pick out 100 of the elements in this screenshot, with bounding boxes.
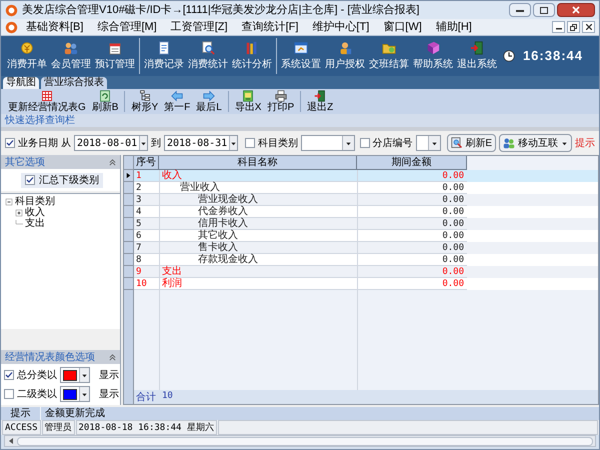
people-icon: [64, 40, 78, 54]
toolbar-button[interactable]: 统计分析: [230, 36, 274, 76]
toolbar-button[interactable]: 会员管理: [49, 36, 93, 76]
field-label: 从: [61, 136, 71, 150]
toolbar-button[interactable]: 消费记录: [142, 36, 186, 76]
exit-door-icon: [314, 90, 326, 102]
toolbar-button[interactable]: 交班结算: [367, 36, 411, 76]
menu-item[interactable]: 窗口[W]: [383, 18, 422, 36]
dropdown-arrow-icon: [344, 140, 352, 146]
tree-item[interactable]: 支出: [25, 218, 45, 229]
left-arrow-icon[interactable]: [9, 438, 13, 444]
export-icon: [242, 90, 254, 102]
table-row[interactable]: 4 代金券收入 0.00: [124, 206, 598, 218]
dropdown-arrow-icon: [230, 140, 238, 146]
tree-icon: [138, 90, 151, 102]
checkbox[interactable]: [4, 370, 14, 380]
checkmark-icon: [6, 139, 14, 147]
menu-item[interactable]: 维护中心[T]: [312, 18, 370, 36]
checkmark-icon: [5, 371, 13, 379]
column-header[interactable]: 科目名称: [159, 156, 357, 170]
option-label: 二级类以: [17, 388, 57, 402]
panel-title: 其它选项: [5, 156, 45, 170]
table-row[interactable]: 2 营业收入 0.00: [124, 182, 598, 194]
toolbar-button[interactable]: 帮助系统: [411, 36, 455, 76]
checkbox[interactable]: [25, 175, 35, 185]
checkbox[interactable]: [360, 138, 370, 148]
toolbar-button[interactable]: 打印P: [264, 89, 298, 114]
field-label: 到: [151, 136, 161, 150]
expand-toggle-icon[interactable]: [15, 208, 23, 216]
status-message: 金额更新完成: [44, 407, 106, 420]
window-icon: [294, 40, 308, 54]
tab[interactable]: 营业综合报表: [41, 77, 107, 89]
table-row[interactable]: 8 存款现金收入 0.00: [124, 254, 598, 266]
field-label: 业务日期: [18, 136, 58, 150]
refresh-icon: [99, 90, 112, 102]
tab[interactable]: 导航图: [3, 77, 39, 89]
menu-item[interactable]: 查询统计[F]: [242, 18, 298, 36]
table-cell: 10: [134, 278, 159, 290]
checkbox[interactable]: [245, 138, 255, 148]
minimize-button[interactable]: [552, 21, 565, 33]
minimize-button[interactable]: [509, 3, 531, 17]
refresh-button[interactable]: 刷新E: [447, 134, 496, 152]
scrollbar[interactable]: [4, 435, 596, 447]
scrollbar-thumb[interactable]: [17, 436, 593, 446]
collapse-toggle-icon[interactable]: [5, 198, 13, 206]
table-row[interactable]: 6 其它收入 0.00: [124, 230, 598, 242]
row-header[interactable]: [124, 170, 134, 182]
toolbar-button[interactable]: 用户授权: [323, 36, 367, 76]
toolbar-button[interactable]: 退出Z: [304, 89, 336, 114]
collapse-icon[interactable]: [109, 354, 116, 360]
close-button[interactable]: [557, 3, 595, 17]
dropdown-arrow-icon: [81, 390, 88, 398]
hint-link[interactable]: 提示: [575, 136, 595, 150]
right-arrow-icon: [203, 90, 216, 102]
color-picker[interactable]: [60, 386, 90, 402]
toolbar-button[interactable]: 预订管理: [93, 36, 137, 76]
toolbar-button[interactable]: 退出系统: [455, 36, 499, 76]
tree-item[interactable]: 收入: [25, 207, 45, 218]
toolbar-button[interactable]: 消费开单: [5, 36, 49, 76]
dropdown-field[interactable]: [416, 135, 442, 151]
toolbar-button[interactable]: 导出X: [232, 89, 264, 114]
checkbox[interactable]: [4, 389, 14, 399]
menu-item[interactable]: 工资管理[Z]: [170, 18, 228, 36]
column-header[interactable]: 期间金额: [357, 156, 467, 170]
panel-title: 经营情况表颜色选项: [5, 350, 95, 364]
people-icon: [503, 137, 515, 149]
option-label: 显示: [99, 368, 119, 382]
maximize-icon: [540, 6, 548, 14]
exit-door-icon: [470, 40, 484, 54]
color-picker[interactable]: [60, 367, 90, 383]
toolbar-button[interactable]: 树形Y: [128, 89, 162, 114]
toolbar-button[interactable]: 系统设置: [279, 36, 323, 76]
menu-item[interactable]: 综合管理[M]: [97, 18, 157, 36]
toolbar-button[interactable]: 消费统计: [186, 36, 230, 76]
dropdown-arrow-icon: [140, 140, 148, 146]
calendar-icon: [108, 40, 122, 54]
menu-item[interactable]: 基础资料[B]: [26, 18, 84, 36]
maximize-button[interactable]: [533, 3, 555, 17]
app-logo-icon: [5, 20, 18, 34]
toolbar-button[interactable]: 最后L: [193, 89, 225, 114]
date-picker[interactable]: 2018-08-01: [74, 135, 148, 151]
tree-item[interactable]: 科目类别: [15, 196, 55, 207]
toolbar-button[interactable]: 更新经营情况表G: [5, 89, 89, 114]
quick-query-bar-label[interactable]: 快速选择查询栏: [5, 113, 75, 128]
close-icon: [586, 24, 592, 30]
toolbar-button[interactable]: 第一F: [161, 89, 194, 114]
table-cell: 0.00: [357, 278, 467, 290]
checkbox[interactable]: [5, 138, 15, 148]
mobile-button[interactable]: 移动互联: [499, 134, 572, 152]
toolbar-button[interactable]: 刷新B: [88, 89, 122, 114]
dropdown-field[interactable]: [301, 135, 355, 151]
table-row[interactable]: 10 利润 0.00: [124, 278, 598, 290]
column-header[interactable]: 序号: [134, 156, 159, 170]
menu-item[interactable]: 辅助[H]: [436, 18, 472, 36]
close-button[interactable]: [582, 21, 595, 33]
restore-button[interactable]: [567, 21, 580, 33]
checkbox[interactable]: 汇总下级类别: [21, 172, 103, 188]
date-picker[interactable]: 2018-08-31: [164, 135, 238, 151]
collapse-icon[interactable]: [109, 158, 116, 166]
minimize-icon: [516, 8, 524, 12]
